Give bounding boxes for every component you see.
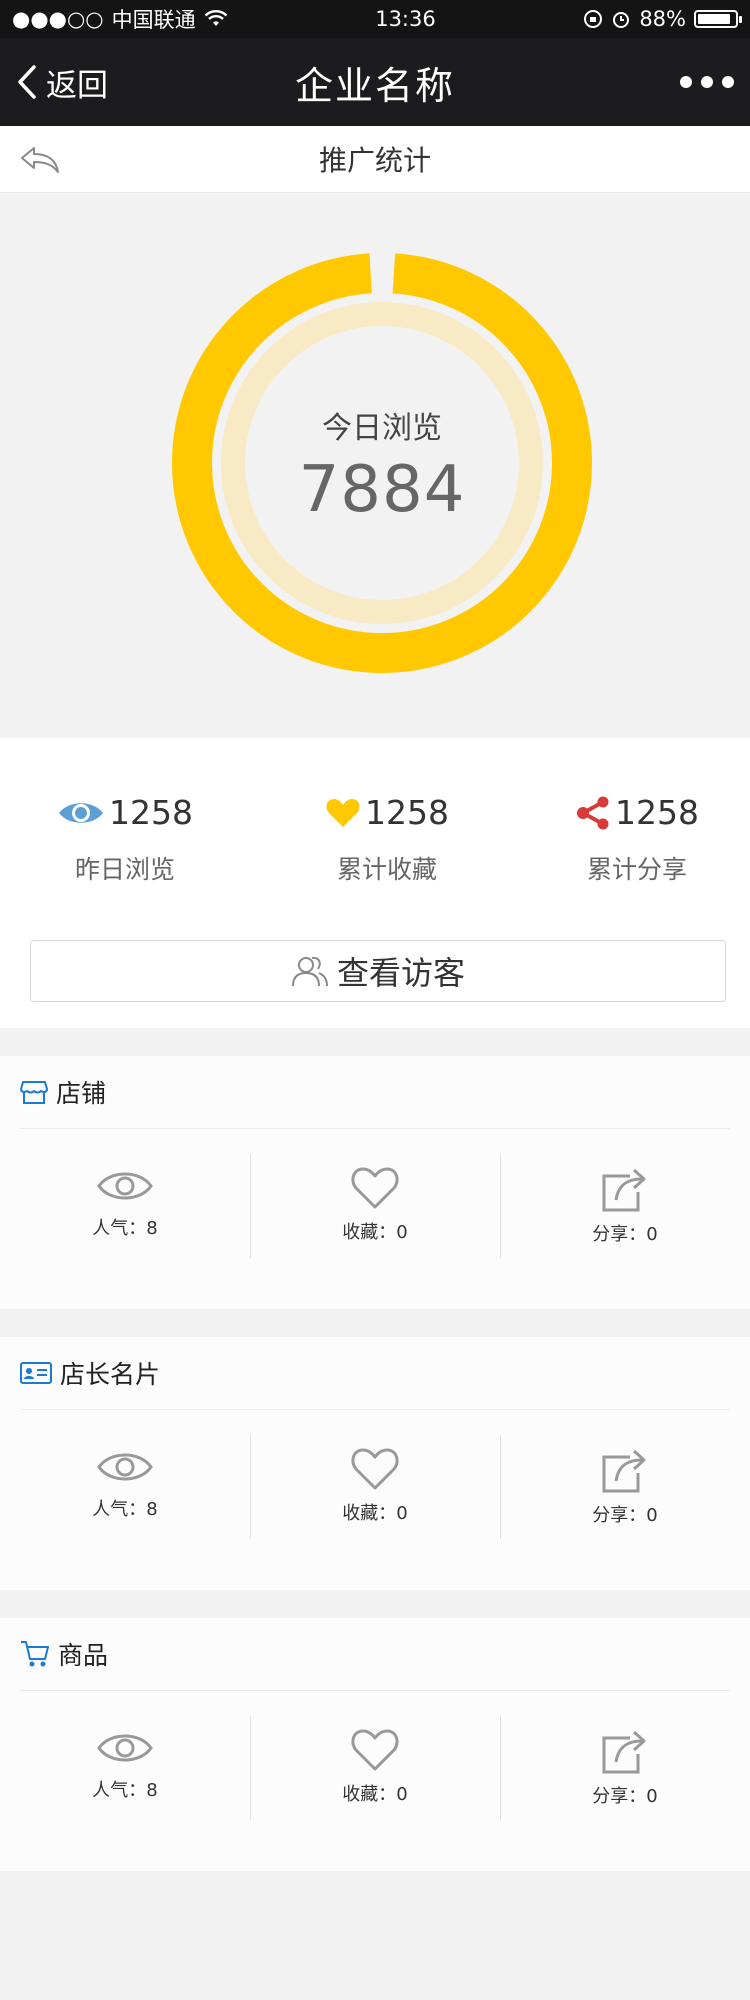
- shares-cell[interactable]: 分享：0: [500, 1716, 750, 1820]
- favorites-cell[interactable]: 收藏：0: [250, 1716, 500, 1820]
- divider: [20, 1409, 730, 1410]
- heart-icon: [326, 798, 360, 827]
- favorites-label: 收藏：0: [342, 1784, 408, 1805]
- share-outline-icon: [602, 1730, 646, 1774]
- heart-outline-icon: [351, 1448, 399, 1490]
- more-button[interactable]: [680, 76, 734, 88]
- eye-icon: [59, 802, 103, 823]
- today-views-value: 7884: [298, 453, 466, 527]
- popularity-cell[interactable]: 人气：8: [0, 1154, 250, 1258]
- eye-outline-icon: [97, 1172, 153, 1200]
- more-dot: [701, 76, 713, 88]
- popularity-label: 人气：8: [92, 1499, 158, 1520]
- shares-label: 分享：0: [592, 1224, 658, 1245]
- section-heading: 店长名片: [60, 1360, 161, 1389]
- sub-header: 推广统计: [0, 126, 750, 193]
- stat-total-favorites: 1258 累计收藏: [262, 793, 512, 886]
- share-icon: [577, 796, 609, 829]
- products-section: 商品 人气：8 收藏：0 分享：0: [0, 1618, 750, 1871]
- divider: [0, 1028, 750, 1056]
- favorites-cell[interactable]: 收藏：0: [250, 1154, 500, 1258]
- stat-yesterday-views: 1258 昨日浏览: [0, 793, 250, 886]
- shares-cell[interactable]: 分享：0: [500, 1154, 750, 1258]
- manager-card-section: 店长名片 人气：8 收藏：0 分享：0: [0, 1337, 750, 1590]
- nav-bar: 返回 企业名称: [0, 38, 750, 126]
- share-outline-icon: [602, 1449, 646, 1493]
- shares-cell[interactable]: 分享：0: [500, 1435, 750, 1539]
- alarm-icon: [613, 12, 630, 28]
- favorites-label: 收藏：0: [342, 1222, 408, 1243]
- stat-value: 1258: [615, 793, 699, 832]
- heart-outline-icon: [351, 1729, 399, 1771]
- stat-label: 累计分享: [586, 855, 687, 884]
- id-card-icon: [20, 1362, 52, 1384]
- popularity-cell[interactable]: 人气：8: [0, 1435, 250, 1539]
- shares-label: 分享：0: [592, 1505, 658, 1526]
- stat-label: 累计收藏: [336, 855, 437, 884]
- today-views-label: 今日浏览: [322, 411, 442, 446]
- battery-percent: 88%: [639, 7, 686, 31]
- favorites-cell[interactable]: 收藏：0: [250, 1435, 500, 1539]
- wifi-icon: [204, 10, 227, 26]
- signal-indicator: ●●●○○: [12, 7, 104, 31]
- popularity-label: 人气：8: [92, 1218, 158, 1239]
- section-heading: 店铺: [56, 1079, 107, 1108]
- status-bar: ●●●○○ 中国联通 13:36 88%: [0, 0, 750, 38]
- popularity-cell[interactable]: 人气：8: [0, 1716, 250, 1820]
- popularity-label: 人气：8: [92, 1780, 158, 1801]
- carrier-name: 中国联通: [111, 8, 196, 32]
- today-views-panel: 今日浏览 7884: [0, 193, 750, 738]
- eye-outline-icon: [97, 1453, 153, 1481]
- heart-outline-icon: [351, 1167, 399, 1209]
- more-dot: [680, 76, 692, 88]
- divider: [0, 1309, 750, 1337]
- view-visitors-button[interactable]: 查看访客: [30, 940, 726, 1002]
- shares-label: 分享：0: [592, 1786, 658, 1807]
- page-title: 企业名称: [294, 63, 455, 108]
- eye-outline-icon: [97, 1734, 153, 1762]
- store-icon: [20, 1081, 48, 1104]
- divider: [0, 1590, 750, 1618]
- stat-label: 昨日浏览: [74, 855, 175, 884]
- stat-value: 1258: [365, 793, 449, 832]
- rotation-lock-icon: [584, 10, 603, 28]
- chevron-left-icon: [18, 65, 36, 99]
- stat-total-shares: 1258 累计分享: [512, 793, 750, 886]
- battery-icon: [694, 10, 742, 28]
- cart-icon: [21, 1641, 49, 1667]
- divider: [20, 1128, 730, 1129]
- more-dot: [722, 76, 734, 88]
- divider: [20, 1690, 730, 1691]
- reply-back-icon[interactable]: [18, 142, 60, 176]
- stat-value: 1258: [109, 793, 193, 832]
- section-title: 推广统计: [318, 144, 431, 177]
- back-label: 返回: [46, 67, 108, 104]
- summary-stats: 1258 昨日浏览 1258 累计收藏 1258 累计分享 查看访客: [0, 738, 750, 1028]
- users-icon: [291, 956, 328, 987]
- back-button[interactable]: 返回: [16, 60, 108, 105]
- favorites-label: 收藏：0: [342, 1503, 408, 1524]
- store-section: 店铺 人气：8 收藏：0 分享：0: [0, 1056, 750, 1309]
- clock: 13:36: [375, 7, 436, 31]
- view-visitors-label: 查看访客: [336, 954, 465, 992]
- section-heading: 商品: [58, 1641, 109, 1670]
- share-outline-icon: [602, 1168, 646, 1212]
